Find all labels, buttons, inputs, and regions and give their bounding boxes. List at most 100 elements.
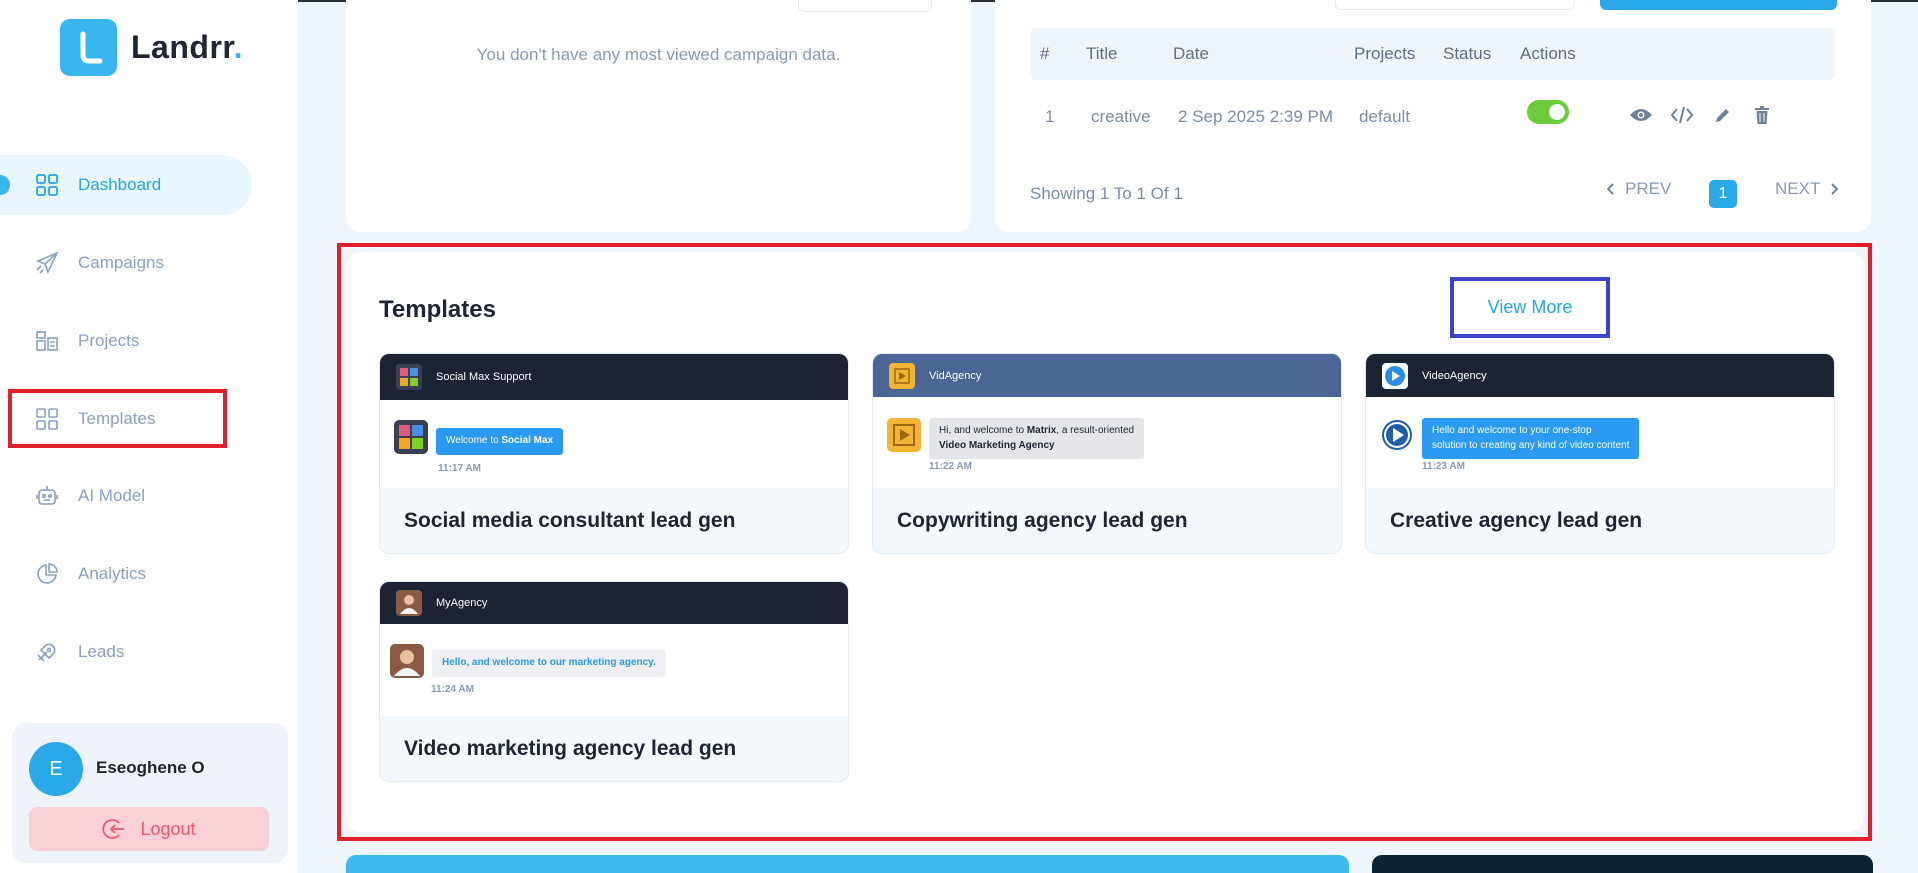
- filter-tab[interactable]: [798, 0, 932, 12]
- page-number-button[interactable]: 1: [1709, 180, 1737, 208]
- avatar[interactable]: E: [29, 742, 83, 796]
- chat-message: Hello, and welcome to our marketing agen…: [390, 644, 666, 678]
- sidebar-item-dashboard[interactable]: Dashboard: [0, 155, 252, 215]
- column-header-title: Title: [1086, 44, 1118, 63]
- pie-chart-icon: [34, 561, 60, 587]
- logout-icon: [102, 818, 126, 840]
- templates-title: Templates: [379, 296, 496, 323]
- chat-time: 11:17 AM: [438, 463, 481, 474]
- user-card: E Eseoghene O Logout: [12, 723, 288, 863]
- robot-icon: [34, 483, 60, 509]
- status-toggle[interactable]: [1527, 100, 1569, 124]
- pencil-icon[interactable]: [1710, 102, 1736, 128]
- template-card-creative[interactable]: VideoAgency Hello and welcome to your on…: [1365, 353, 1835, 554]
- sidebar-item-campaigns[interactable]: Campaigns: [0, 233, 252, 293]
- column-header-projects: Projects: [1354, 44, 1416, 63]
- row-project: default: [1359, 107, 1411, 126]
- template-preview: Social Max Support Welcome to Social Max…: [380, 354, 848, 488]
- chevron-right-icon: [1830, 183, 1839, 195]
- leads-icon: [34, 639, 60, 665]
- row-title: creative: [1091, 107, 1151, 126]
- code-icon[interactable]: [1669, 102, 1695, 128]
- play-icon: [887, 418, 921, 452]
- column-header-status: Status: [1443, 44, 1492, 63]
- agency-avatar-icon: [396, 590, 422, 616]
- table-header: # Title Date Projects Status Actions: [1030, 28, 1835, 80]
- most-viewed-card: You don't have any most viewed campaign …: [346, 0, 971, 232]
- brand-logo[interactable]: Landrr.: [60, 19, 243, 76]
- chat-header: VideoAgency: [1366, 354, 1834, 397]
- sidebar-item-label: Campaigns: [78, 253, 164, 272]
- sidebar-item-label: Dashboard: [78, 175, 162, 194]
- template-card-social-media[interactable]: Social Max Support Welcome to Social Max…: [379, 353, 849, 554]
- chat-time: 11:23 AM: [1422, 461, 1465, 472]
- chat-header-title: MyAgency: [436, 597, 488, 609]
- empty-state-message: You don't have any most viewed campaign …: [476, 45, 841, 64]
- search-input[interactable]: [1335, 0, 1575, 10]
- chat-header-title: Social Max Support: [436, 371, 532, 383]
- template-preview: VidAgency Hi, and welcome to Matrix, a r…: [873, 354, 1341, 488]
- prev-page-button[interactable]: PREV: [1607, 179, 1671, 199]
- sidebar-item-label: Analytics: [78, 564, 147, 583]
- sidebar-item-analytics[interactable]: Analytics: [0, 544, 252, 604]
- chat-time: 11:22 AM: [929, 461, 972, 472]
- row-index: 1: [1045, 107, 1055, 126]
- create-campaign-button[interactable]: [1600, 0, 1837, 10]
- banner-card-left: [346, 855, 1349, 873]
- showing-count: Showing 1 To 1 Of 1: [1030, 184, 1183, 203]
- chat-header: VidAgency: [873, 354, 1341, 397]
- template-preview: VideoAgency Hello and welcome to your on…: [1366, 354, 1834, 488]
- logout-button[interactable]: Logout: [29, 807, 269, 851]
- logout-label: Logout: [140, 818, 196, 839]
- chat-header-title: VideoAgency: [1422, 369, 1487, 382]
- chat-message: Hi, and welcome to Matrix, a result-orie…: [887, 418, 1145, 459]
- chat-header: MyAgency: [380, 582, 848, 624]
- templates-highlight-box: [8, 389, 227, 448]
- chat-bubble: Hello, and welcome to our marketing agen…: [432, 650, 666, 677]
- chat-bubble: Hello and welcome to your one-stop soluti…: [1422, 418, 1640, 459]
- template-name: Creative agency lead gen: [1390, 509, 1643, 532]
- prev-label: PREV: [1625, 179, 1672, 198]
- chat-bubble: Welcome to Social Max: [436, 428, 564, 455]
- template-name: Copywriting agency lead gen: [897, 509, 1188, 532]
- chat-header-title: VidAgency: [929, 369, 982, 382]
- template-name: Social media consultant lead gen: [404, 509, 736, 532]
- play-circle-icon: [1380, 418, 1414, 452]
- chat-message: Hello and welcome to your one-stop soluti…: [1380, 418, 1640, 459]
- templates-section: Templates View More Social Max Support W…: [337, 243, 1872, 841]
- next-label: NEXT: [1775, 179, 1821, 198]
- campaigns-card: # Title Date Projects Status Actions 1 c…: [995, 0, 1871, 232]
- sidebar-item-projects[interactable]: Projects: [0, 311, 252, 371]
- template-name: Video marketing agency lead gen: [404, 737, 737, 760]
- sidebar-item-ai-model[interactable]: AI Model: [0, 466, 252, 526]
- template-card-video-marketing[interactable]: MyAgency Hello, and welcome to our marke…: [379, 581, 849, 782]
- social-app-icon: [396, 364, 422, 390]
- chat-time: 11:24 AM: [431, 684, 474, 695]
- sidebar-item-label: AI Model: [78, 486, 146, 505]
- banner-card-right: [1372, 855, 1873, 873]
- brand-name: Landrr.: [131, 29, 243, 65]
- sidebar-item-label: Leads: [78, 642, 125, 661]
- eye-icon[interactable]: [1628, 102, 1654, 128]
- play-icon: [889, 362, 915, 389]
- next-page-button[interactable]: NEXT: [1775, 179, 1839, 199]
- user-name: Eseoghene O: [96, 758, 205, 777]
- chat-message: Welcome to Social Max: [394, 420, 564, 455]
- sidebar: Landrr. Dashboard Campaigns Projects Tem…: [0, 0, 298, 873]
- social-app-icon: [394, 420, 428, 454]
- column-header-index: #: [1040, 44, 1050, 63]
- chat-bubble: Hi, and welcome to Matrix, a result-orie…: [929, 418, 1145, 459]
- view-more-button[interactable]: View More: [1450, 277, 1610, 338]
- trash-icon[interactable]: [1749, 102, 1775, 128]
- chevron-left-icon: [1607, 183, 1615, 195]
- sidebar-item-leads[interactable]: Leads: [0, 622, 252, 682]
- projects-icon: [34, 328, 60, 354]
- template-preview: MyAgency Hello, and welcome to our marke…: [380, 582, 848, 716]
- grid-icon: [34, 172, 60, 198]
- logo-mark-icon: [60, 19, 117, 76]
- row-date: 2 Sep 2025 2:39 PM: [1178, 107, 1334, 126]
- template-card-copywriting[interactable]: VidAgency Hi, and welcome to Matrix, a r…: [872, 353, 1342, 554]
- agency-avatar-icon: [390, 644, 424, 678]
- templates-card: Templates View More Social Max Support W…: [346, 252, 1863, 832]
- chat-header: Social Max Support: [380, 354, 848, 400]
